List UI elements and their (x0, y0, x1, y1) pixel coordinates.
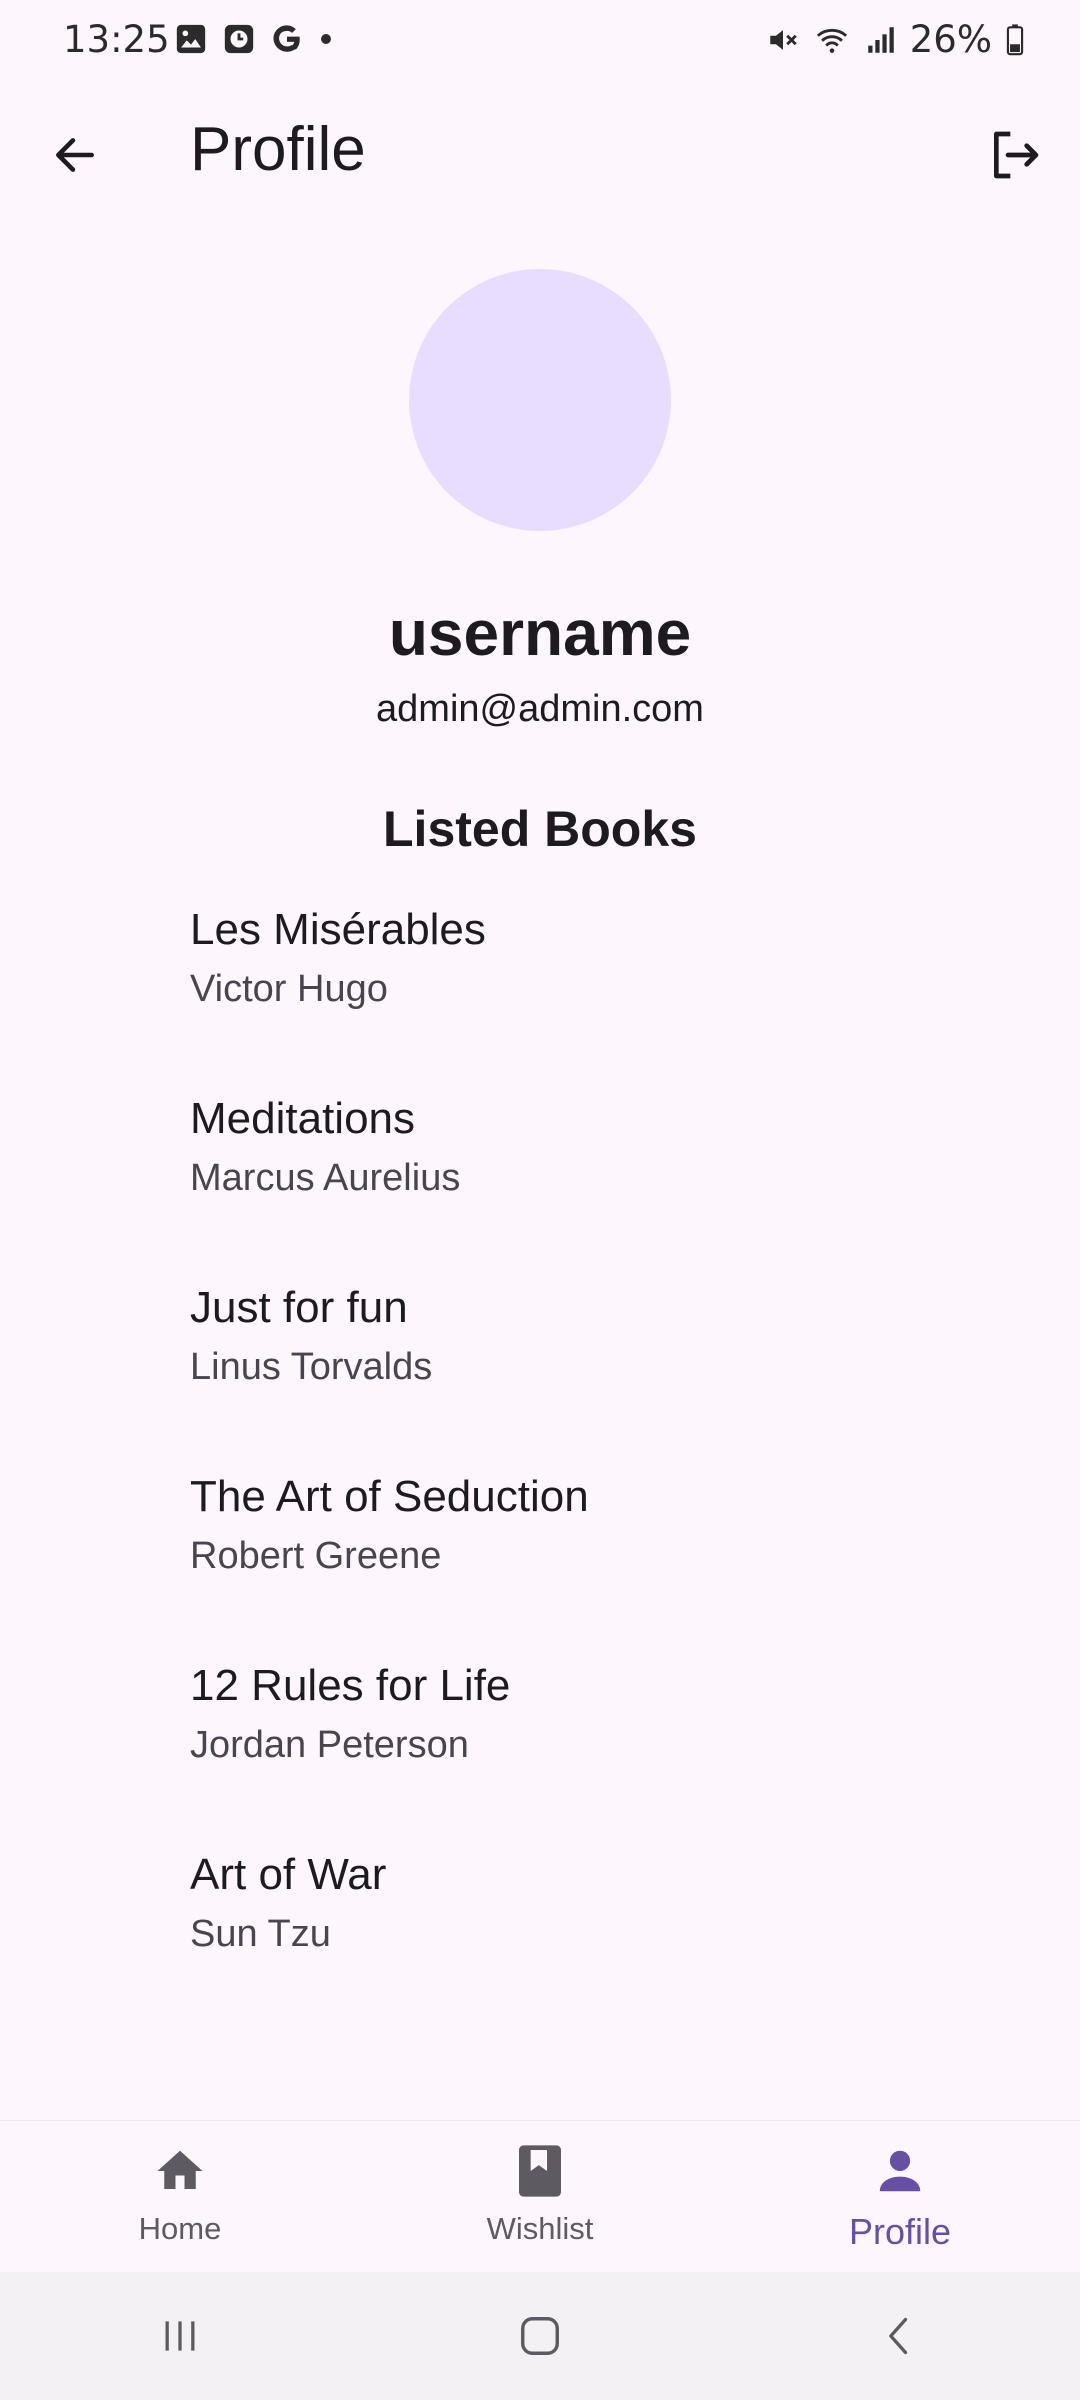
system-back-button[interactable] (840, 2296, 960, 2376)
status-bar: 13:25 26% (0, 0, 1080, 80)
book-author: Sun Tzu (190, 1913, 331, 1955)
book-author: Victor Hugo (190, 968, 388, 1010)
nav-label-profile: Profile (848, 2211, 952, 2252)
bookmark-book-icon (510, 2143, 570, 2199)
book-title: Les Misérables (190, 905, 486, 954)
back-button[interactable] (40, 120, 110, 190)
system-nav-bar (0, 2272, 1080, 2400)
book-list: Les Misérables Victor Hugo Meditations M… (190, 900, 1040, 2034)
dot-icon (321, 34, 331, 44)
list-item[interactable]: 12 Rules for Life Jordan Peterson (190, 1656, 1040, 1845)
list-item[interactable]: Meditations Marcus Aurelius (190, 1089, 1040, 1278)
system-home-button[interactable] (480, 2296, 600, 2376)
book-author: Jordan Peterson (190, 1724, 469, 1766)
wifi-icon (816, 28, 847, 53)
book-title: The Art of Seduction (190, 1472, 589, 1521)
page-title: Profile (190, 115, 366, 184)
book-title: 12 Rules for Life (190, 1661, 511, 1710)
google-icon (273, 25, 300, 52)
avatar (409, 269, 671, 531)
nav-item-wishlist[interactable]: Wishlist (360, 2121, 720, 2273)
app-bar: Profile (0, 100, 1080, 210)
logout-icon (994, 131, 1039, 179)
signal-icon (868, 26, 894, 53)
book-author: Marcus Aurelius (190, 1157, 461, 1199)
clock-app-icon (224, 24, 254, 54)
book-author: Linus Torvalds (190, 1346, 433, 1388)
nav-item-profile[interactable]: Profile (720, 2121, 1080, 2273)
home-button-icon (521, 2317, 559, 2355)
book-author: Robert Greene (190, 1535, 442, 1577)
back-chevron-icon (889, 2317, 908, 2355)
username: username (388, 597, 692, 669)
image-icon (176, 24, 206, 54)
battery-icon (1006, 23, 1024, 55)
list-item[interactable]: Art of War Sun Tzu (190, 1845, 1040, 2034)
logout-button[interactable] (980, 120, 1050, 190)
list-item[interactable]: Les Misérables Victor Hugo (190, 900, 1040, 1089)
person-icon (870, 2143, 930, 2199)
recents-button[interactable] (120, 2296, 240, 2376)
bottom-nav: Home Wishlist Profile (0, 2120, 1080, 2273)
battery-percentage: 26% (909, 18, 992, 61)
nav-label-wishlist: Wishlist (486, 2211, 594, 2246)
book-title: Meditations (190, 1094, 416, 1143)
book-title: Art of War (190, 1850, 387, 1899)
notification-icons (174, 22, 334, 56)
email: admin@admin.com (376, 688, 704, 730)
recents-icon (165, 2321, 195, 2351)
arrow-back-icon (56, 138, 94, 172)
list-item[interactable]: The Art of Seduction Robert Greene (190, 1467, 1040, 1656)
nav-item-home[interactable]: Home (0, 2121, 360, 2273)
nav-label-home: Home (138, 2211, 222, 2246)
status-time: 13:25 (63, 18, 170, 61)
home-icon (150, 2143, 210, 2199)
book-title: Just for fun (190, 1283, 408, 1332)
list-item[interactable]: Just for fun Linus Torvalds (190, 1278, 1040, 1467)
listed-books-heading: Listed Books (383, 801, 697, 857)
mute-icon (770, 29, 797, 50)
system-status-icons: 26% (766, 18, 1026, 61)
